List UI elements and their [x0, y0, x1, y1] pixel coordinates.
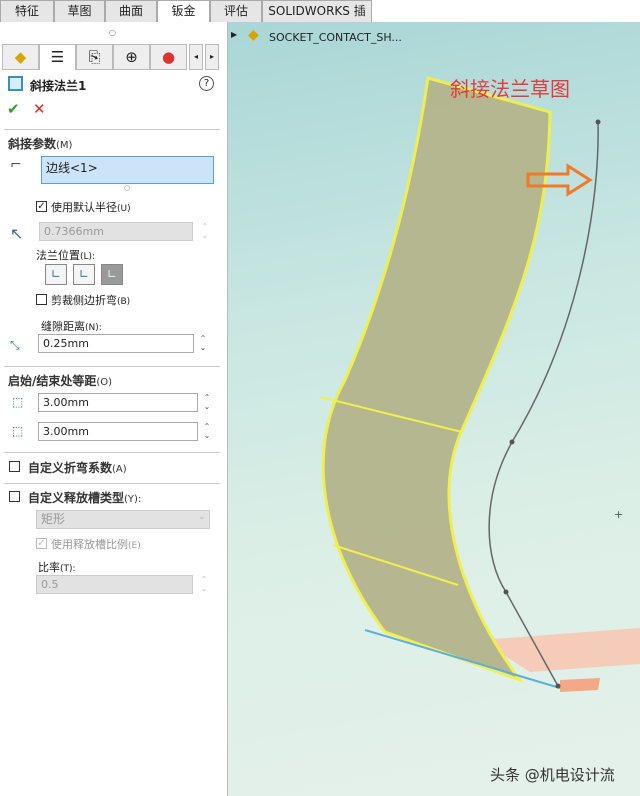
sketch-point	[595, 119, 601, 125]
reference-plane-edge	[560, 678, 600, 692]
annotation-label: 斜接法兰草图	[450, 77, 570, 101]
sketch-point	[555, 683, 561, 689]
sketch-point	[509, 439, 515, 445]
watermark: 头条 @机电设计流	[490, 766, 615, 784]
model-graphics: +	[319, 76, 640, 692]
origin-marker: +	[614, 508, 623, 521]
miter-flange-face	[321, 76, 552, 684]
sketch-point	[503, 589, 509, 595]
